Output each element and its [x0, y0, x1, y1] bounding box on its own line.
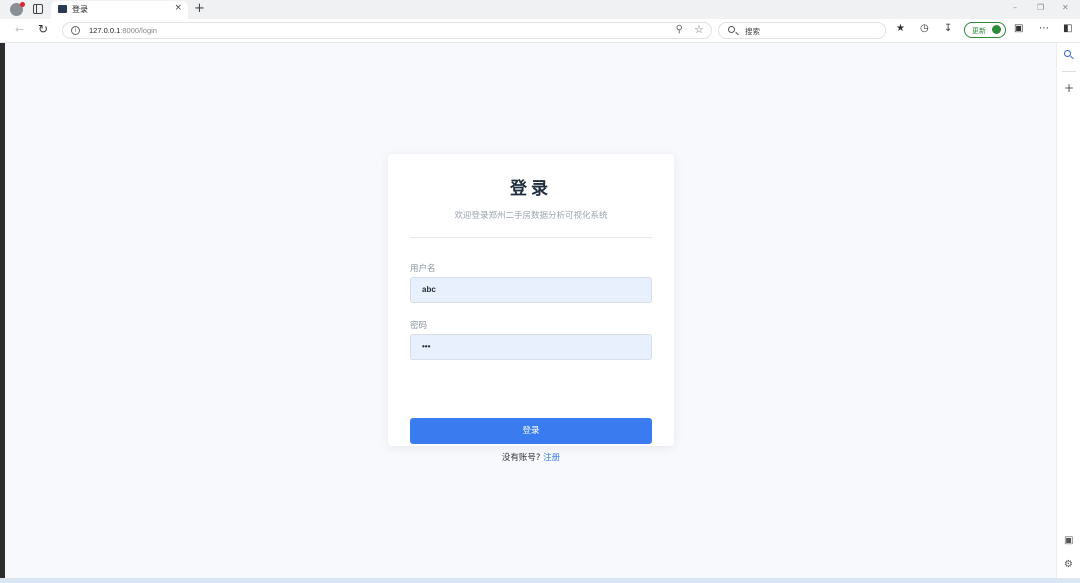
register-prompt: 没有账号?: [501, 453, 541, 463]
key-icon[interactable]: ⚲: [676, 24, 683, 35]
browser-toolbar: ← ↻ i 127.0.0.1:8000/login ⚲ ☆ 搜索 ★ ◷ ↧ …: [0, 19, 1080, 43]
plus-icon[interactable]: +: [1064, 81, 1074, 95]
screenshot-icon[interactable]: ▣: [1014, 23, 1023, 34]
update-label: 更新: [972, 27, 986, 35]
profile-icon[interactable]: [10, 2, 25, 16]
back-icon[interactable]: ←: [15, 23, 24, 36]
username-field[interactable]: abc: [410, 277, 652, 303]
search-icon: [728, 26, 735, 33]
url-text[interactable]: 127.0.0.1:8000/login: [89, 26, 157, 35]
password-label: 密码: [410, 321, 428, 331]
favorites-icon[interactable]: ★: [896, 23, 905, 34]
username-label: 用户名: [410, 264, 436, 274]
address-bar[interactable]: i 127.0.0.1:8000/login ⚲ ☆: [62, 22, 712, 39]
sidebar-search-icon[interactable]: [1064, 50, 1071, 57]
favicon-icon: [58, 5, 67, 13]
restore-button[interactable]: ❐: [1037, 3, 1044, 12]
history-icon[interactable]: ◷: [920, 23, 929, 34]
settings-icon[interactable]: ⚙: [1064, 559, 1073, 570]
url-path: :8000/login: [120, 26, 157, 35]
close-window-button[interactable]: ✕: [1062, 3, 1069, 12]
register-prompt-line: 没有账号? 注册: [388, 451, 674, 463]
password-field[interactable]: •••: [410, 334, 652, 360]
info-icon[interactable]: i: [71, 26, 80, 35]
page-subtitle: 欢迎登录郑州二手房数据分析可视化系统: [454, 211, 608, 221]
tab-login[interactable]: 登录 ×: [51, 1, 188, 19]
bottom-bar: [0, 578, 1080, 583]
url-host: 127.0.0.1: [89, 26, 121, 35]
tab-strip: 登录 × + – ❐ ✕: [0, 0, 1080, 19]
minimize-button[interactable]: –: [1013, 3, 1017, 12]
search-placeholder: 搜索: [745, 27, 760, 36]
page-title: 登录: [510, 179, 552, 199]
star-icon[interactable]: ☆: [694, 23, 704, 36]
sidebar-divider: [1062, 71, 1076, 72]
update-button[interactable]: 更新: [964, 22, 1006, 38]
login-card: 登录 欢迎登录郑州二手房数据分析可视化系统 用户名 abc 密码 ••• 登录 …: [388, 154, 674, 463]
register-link[interactable]: 注册: [543, 453, 560, 463]
update-badge-icon: [992, 25, 1001, 34]
search-input[interactable]: 搜索: [718, 22, 886, 39]
divider: [410, 237, 652, 238]
sidebar-icon[interactable]: ◧: [1063, 23, 1072, 34]
sidebar-rail: + ▣ ⚙: [1056, 43, 1080, 583]
screenshot-icon[interactable]: ▣: [1064, 535, 1073, 546]
tab-actions-icon[interactable]: [33, 4, 43, 14]
login-button[interactable]: 登录: [410, 418, 652, 444]
new-tab-button[interactable]: +: [194, 1, 205, 17]
tab-title: 登录: [72, 5, 88, 14]
reload-icon[interactable]: ↻: [38, 22, 48, 36]
download-icon[interactable]: ↧: [944, 23, 952, 34]
tab-close-icon[interactable]: ×: [174, 3, 182, 13]
page-viewport: 登录 欢迎登录郑州二手房数据分析可视化系统 用户名 abc 密码 ••• 登录 …: [5, 43, 1056, 578]
more-icon[interactable]: ⋯: [1039, 23, 1049, 34]
